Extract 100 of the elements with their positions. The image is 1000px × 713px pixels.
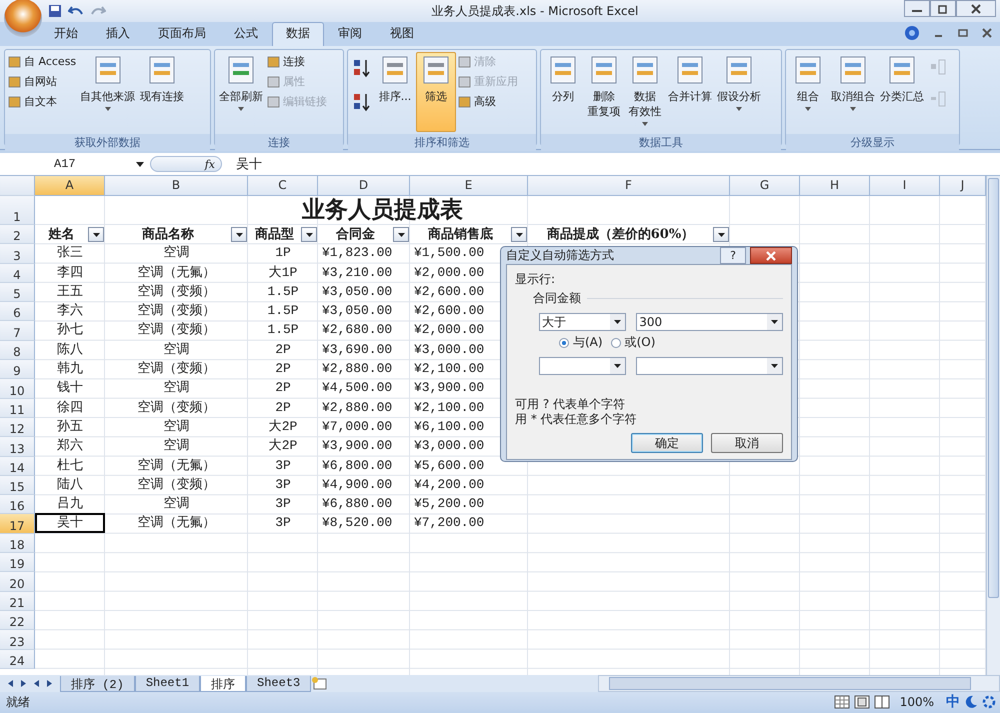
ribbon-tab[interactable]: 插入 — [92, 22, 144, 46]
ribbon-tab[interactable]: 公式 — [220, 22, 272, 46]
filter-button[interactable] — [88, 227, 104, 242]
ribbon-button[interactable]: 筛选 — [416, 52, 456, 132]
row-header[interactable]: 21 — [0, 592, 35, 611]
row-header[interactable]: 19 — [0, 553, 35, 572]
formula-input[interactable]: 吴十 — [222, 155, 262, 173]
zoom-level[interactable]: 100% — [900, 695, 934, 709]
minimize-button[interactable] — [904, 0, 930, 17]
restore-button[interactable] — [930, 0, 956, 17]
close-icon[interactable] — [982, 28, 992, 38]
dialog-button[interactable]: 确定 — [631, 433, 703, 453]
row-header[interactable]: 24 — [0, 650, 35, 669]
ribbon-tab[interactable]: 数据 — [272, 22, 324, 46]
filter-button[interactable] — [713, 227, 729, 242]
ribbon-button[interactable]: 高级 — [457, 92, 519, 111]
column-header[interactable]: A — [35, 176, 105, 196]
row-header[interactable]: 12 — [0, 418, 35, 438]
filter-button[interactable] — [301, 227, 317, 242]
normal-view-icon[interactable] — [834, 695, 850, 709]
ribbon-button[interactable]: 现有连接 — [138, 52, 186, 132]
ribbon-button[interactable]: 假设分析 — [715, 52, 763, 132]
column-header[interactable]: C — [248, 176, 318, 196]
row-header[interactable]: 17 — [0, 514, 35, 534]
column-header[interactable]: G — [730, 176, 800, 196]
ribbon-tab[interactable]: 页面布局 — [144, 22, 220, 46]
row-header[interactable]: 10 — [0, 379, 35, 399]
ribbon-button[interactable]: 全部刷新 — [217, 52, 265, 132]
operator-dropdown[interactable]: 大于 — [539, 313, 626, 331]
column-header[interactable]: F — [528, 176, 730, 196]
row-header[interactable]: 23 — [0, 630, 35, 650]
vertical-scrollbar[interactable] — [986, 176, 1000, 675]
insert-sheet-icon[interactable] — [311, 676, 330, 690]
ribbon-button[interactable]: 分类汇总 — [878, 52, 926, 132]
ribbon-tab[interactable]: 视图 — [376, 22, 428, 46]
ribbon-button[interactable]: 连接 — [266, 52, 328, 71]
ribbon-button[interactable]: 自文本 — [7, 92, 78, 111]
close-button[interactable] — [956, 0, 996, 17]
ribbon-button[interactable]: 分列 — [543, 52, 583, 132]
ime-mode[interactable]: 中 — [946, 693, 960, 711]
column-header[interactable]: J — [940, 176, 986, 196]
logic-radio[interactable]: 或(O) — [610, 334, 656, 351]
name-box[interactable]: A17 — [0, 157, 150, 171]
sheet-tab[interactable]: 排序 — [200, 676, 246, 692]
filter-button[interactable] — [231, 227, 247, 242]
sheet-tab[interactable]: Sheet1 — [134, 676, 200, 692]
sheet-tab[interactable]: 排序 (2) — [60, 676, 135, 692]
ribbon-button[interactable]: 合并计算 — [666, 52, 714, 132]
row-header[interactable]: 5 — [0, 282, 35, 302]
row-header[interactable]: 11 — [0, 398, 35, 418]
row-header[interactable]: 2 — [0, 225, 35, 244]
row-header[interactable]: 13 — [0, 437, 35, 457]
row-header[interactable]: 14 — [0, 456, 35, 476]
ribbon-button[interactable]: 自其他来源 — [78, 52, 138, 132]
dialog-button[interactable]: 取消 — [711, 433, 783, 453]
column-header[interactable]: D — [318, 176, 410, 196]
row-header[interactable]: 1 — [0, 196, 35, 225]
filter-button[interactable] — [511, 227, 527, 242]
office-button[interactable] — [4, 0, 42, 37]
row-header[interactable]: 9 — [0, 360, 35, 380]
row-header[interactable]: 4 — [0, 264, 35, 283]
moon-icon[interactable] — [964, 695, 978, 709]
row-header[interactable]: 3 — [0, 244, 35, 264]
ribbon-button[interactable]: 取消组合 — [829, 52, 877, 132]
restore-icon[interactable] — [958, 28, 968, 38]
sort-ascending-icon[interactable] — [352, 58, 372, 78]
ribbon-button[interactable]: 自网站 — [7, 72, 78, 91]
ribbon-button[interactable]: 删除 重复项 — [584, 52, 624, 132]
horizontal-scrollbar[interactable] — [598, 675, 1000, 692]
insert-function-button[interactable]: fx — [204, 158, 215, 170]
row-header[interactable]: 15 — [0, 476, 35, 496]
logic-radio[interactable]: 与(A) — [559, 334, 603, 351]
row-header[interactable]: 16 — [0, 495, 35, 514]
row-header[interactable]: 22 — [0, 610, 35, 630]
filter-button[interactable] — [393, 227, 409, 242]
row-header[interactable]: 8 — [0, 340, 35, 360]
close-button[interactable] — [750, 247, 792, 264]
row-header[interactable]: 7 — [0, 321, 35, 341]
value-dropdown[interactable]: 300 — [636, 313, 783, 331]
ribbon-tab[interactable]: 审阅 — [324, 22, 376, 46]
column-header[interactable]: I — [870, 176, 940, 196]
value-dropdown[interactable] — [636, 357, 783, 375]
sort-descending-icon[interactable] — [352, 92, 372, 112]
page-layout-icon[interactable] — [854, 695, 870, 709]
column-header[interactable]: H — [800, 176, 870, 196]
row-header[interactable]: 6 — [0, 302, 35, 322]
ribbon-button[interactable]: 组合 — [788, 52, 828, 132]
ribbon-button[interactable]: 数据 有效性 — [625, 52, 665, 132]
column-header[interactable]: B — [105, 176, 248, 196]
ribbon-tab[interactable]: 开始 — [40, 22, 92, 46]
column-header[interactable]: E — [410, 176, 528, 196]
row-header[interactable]: 20 — [0, 572, 35, 592]
row-header[interactable]: 18 — [0, 534, 35, 554]
ribbon-button[interactable]: 排序... — [375, 52, 415, 132]
help-icon[interactable] — [904, 25, 920, 41]
help-button[interactable]: ? — [720, 247, 746, 264]
sheet-tab[interactable]: Sheet3 — [246, 676, 312, 692]
operator-dropdown[interactable] — [539, 357, 626, 375]
ribbon-button[interactable]: 自 Access — [7, 52, 78, 71]
page-break-icon[interactable] — [874, 695, 890, 709]
